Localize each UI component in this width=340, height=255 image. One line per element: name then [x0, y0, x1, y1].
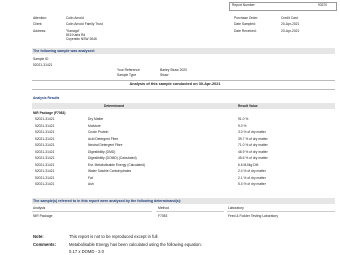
- row-result: 6.6 MJ/kg DM: [238, 162, 259, 167]
- row-determinand: Fat: [88, 175, 93, 180]
- row-sample-id: 52021-31421: [35, 123, 55, 128]
- col-method: Method: [158, 206, 169, 210]
- row-sample-id: 52021-31421: [35, 149, 55, 154]
- analysis-banner: Analysis of this sample conducted on 30-…: [129, 82, 221, 86]
- attention-value: Colin Arnold: [66, 16, 84, 20]
- table-row: 52021-31421 Est. Metabolisable Energy (Ca…: [32, 163, 335, 168]
- row-sample-id: 52021-31421: [35, 143, 55, 147]
- analysis-results-title: Analysis Results: [33, 96, 60, 100]
- row-determinand: Est. Metabolisable Energy (Calculated): [88, 162, 145, 167]
- report-number-value: 93370: [318, 3, 328, 7]
- row-result: 46.9 % of dry matter: [238, 149, 268, 154]
- sample-section-title: The following sample was analysed:: [33, 48, 95, 53]
- row-sample-id: 52021-31421: [35, 130, 55, 134]
- row-sample-id: 52021-31421: [35, 162, 55, 167]
- date-sampled-label: Date Sampled:: [234, 22, 256, 26]
- client-value: Colin Arnold Family Trust: [66, 22, 103, 26]
- note-text: This report is not to be reproduced exce…: [69, 234, 159, 239]
- client-label: Client:: [33, 22, 43, 26]
- col-result: Result Value: [238, 104, 258, 108]
- row-determinand: Moisture: [88, 123, 101, 128]
- row-result: 45.6 % of dry matter: [238, 156, 268, 160]
- methods-section-title: The sample(s) referred to in this report…: [33, 198, 182, 203]
- sample-type-label: Sample Type: [117, 73, 137, 77]
- table-row: 52021-31421 Acid Detergent Fibre 39.7 % of…: [32, 137, 335, 142]
- package-name: NIR Package (F7083): [33, 111, 66, 115]
- your-reference-label: Your Reference: [117, 68, 140, 72]
- comments-equation: 0.17 x DOMD - 2.0: [69, 249, 104, 254]
- table-row: 52021-31421 Crude Protein 3.0 % of dry mat…: [32, 130, 335, 135]
- sample-type-value: Straw: [160, 73, 169, 77]
- laboratory-col-rule: [227, 211, 335, 212]
- row-result: 5.4 % of dry matter: [238, 182, 266, 186]
- row-sample-id: 52021-31421: [35, 136, 55, 141]
- col-analysis: Analysis: [33, 206, 46, 210]
- row-determinand: Crude Protein: [88, 130, 109, 134]
- table-row: 52021-31421 Water Soluble Carbohydrates 2.…: [32, 169, 335, 174]
- row-result: 3.0 % of dry matter: [238, 130, 266, 134]
- row-sample-id: 52021-31421: [35, 117, 55, 121]
- date-sampled-value: 20-Apr-2021: [281, 22, 300, 26]
- address-label: Address:: [33, 29, 47, 33]
- your-reference-value: Barley Straw 2020: [160, 68, 187, 72]
- banner-top-rule: [32, 80, 335, 81]
- report-number-label: Report Number:: [232, 3, 256, 7]
- table-row: 52021-31421 Neutral Detergent Fibre 71.0 %…: [32, 143, 335, 148]
- table-row: 52021-31421 Dry Matter 91.0 %: [32, 117, 335, 122]
- table-row: 52021-31421 Moisture 9.0 %: [32, 124, 335, 129]
- analysis-col-rule: [32, 211, 152, 212]
- row-result: 2.1 % of dry matter: [238, 175, 266, 180]
- row-determinand: Digestibility (DOMD) (Calculated): [88, 156, 137, 160]
- comments-label: Comments:: [33, 242, 57, 247]
- table-row: 52021-31421 Fat 2.1 % of dry matter: [32, 176, 335, 181]
- results-header-band: [32, 103, 335, 109]
- table-row: 52021-31421 Ash 5.4 % of dry matter: [32, 182, 335, 187]
- table-row: 52021-31421 Digestibility (DOMD) (Calcula…: [32, 156, 335, 161]
- row-determinand: Acid Detergent Fibre: [88, 136, 119, 141]
- row-result: 91.0 %: [238, 117, 249, 121]
- row-result: 9.0 %: [238, 123, 247, 128]
- col-determinand: Determinand: [104, 104, 125, 108]
- method-row-analysis: NIR Package: [33, 214, 53, 218]
- row-determinand: Water Soluble Carbohydrates: [88, 169, 132, 173]
- purchase-order-label: Purchase Order:: [234, 16, 259, 20]
- row-sample-id: 52021-31421: [35, 175, 55, 180]
- sample-id-value: 52021-31421: [33, 63, 53, 67]
- row-sample-id: 52021-31421: [35, 182, 55, 186]
- sample-id-label: Sample ID: [33, 57, 49, 61]
- method-row-method: F7083: [158, 214, 168, 218]
- row-result: 71.0 % of dry matter: [238, 143, 268, 147]
- purchase-order-value: Credit Card: [281, 16, 298, 20]
- col-laboratory: Laboratory: [228, 206, 244, 210]
- note-label: Note:: [33, 234, 44, 239]
- date-received-value: 20-Apr-2021: [281, 29, 300, 33]
- attention-label: Attention:: [33, 16, 47, 20]
- row-result: 39.7 % of dry matter: [238, 136, 268, 141]
- row-determinand: Ash: [88, 182, 94, 186]
- row-result: 2.4 % of dry matter: [238, 169, 266, 173]
- row-sample-id: 52021-31421: [35, 156, 55, 160]
- row-sample-id: 52021-31421: [35, 169, 55, 173]
- table-row: 52021-31421 Digestibility (DMD) 46.9 % of …: [32, 150, 335, 155]
- method-row-laboratory: Feed & Fodder Testing Laboratory: [228, 214, 278, 218]
- row-determinand: Dry Matter: [88, 117, 104, 121]
- address-line-3: Coyerstin NSW 2646: [66, 37, 97, 41]
- banner-bottom-rule: [32, 89, 335, 90]
- date-received-label: Date Received:: [234, 29, 257, 33]
- method-col-rule: [156, 211, 224, 212]
- row-determinand: Digestibility (DMD): [88, 149, 116, 154]
- row-determinand: Neutral Detergent Fibre: [88, 143, 123, 147]
- comments-text: Metabolisable Energy has been calculated…: [69, 242, 202, 247]
